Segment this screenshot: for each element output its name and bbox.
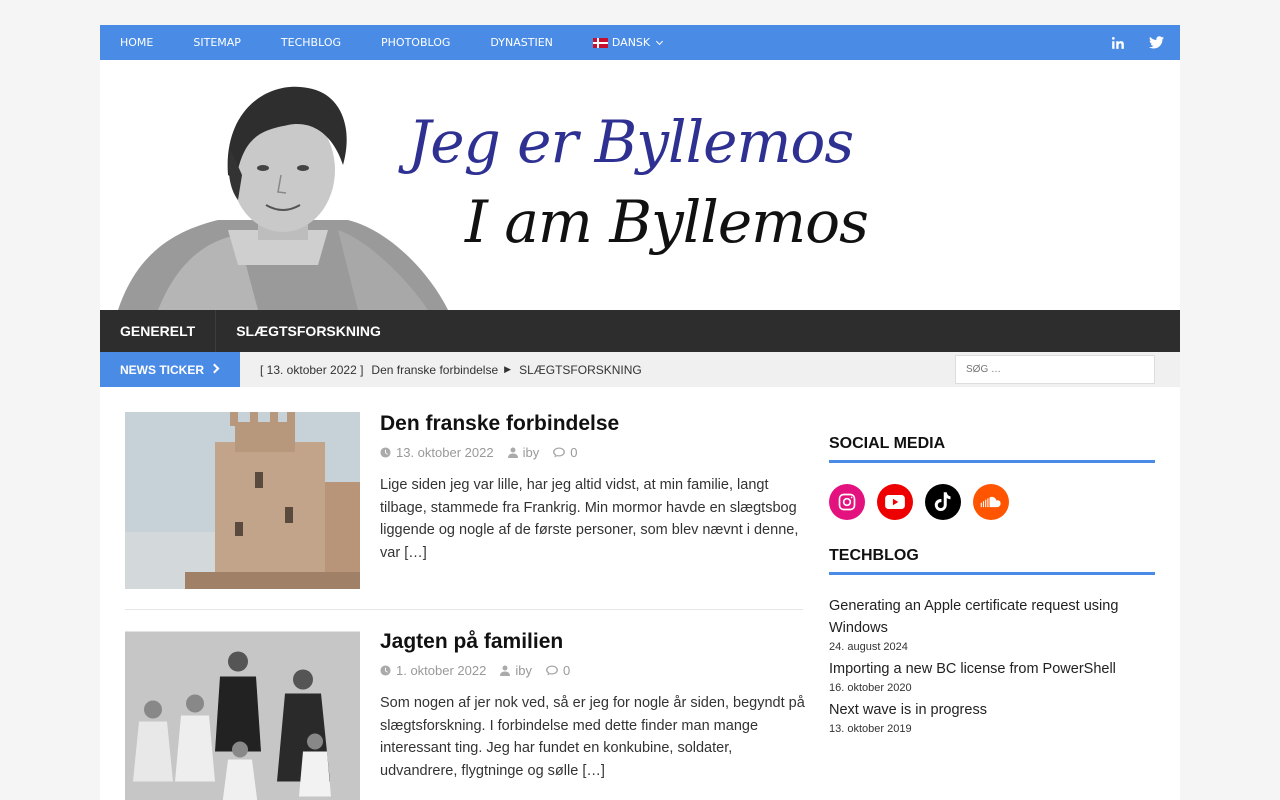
- site-header: Jeg er Byllemos I am Byllemos: [100, 60, 1180, 310]
- post-date-wrap: 1. oktober 2022: [380, 663, 486, 678]
- read-more-link[interactable]: […]: [404, 545, 427, 561]
- mainnav-slaegtsforskning[interactable]: SLÆGTSFORSKNING: [216, 310, 401, 352]
- comment-icon: [553, 447, 566, 458]
- ticker-item[interactable]: [ 13. oktober 2022 ] Den franske forbind…: [260, 363, 642, 377]
- chevron-down-icon: [656, 37, 664, 45]
- chevron-right-icon: [209, 363, 220, 374]
- portrait-image: [118, 86, 448, 310]
- topnav-dynastien[interactable]: DYNASTIEN: [490, 25, 552, 60]
- techblog-date: 13. oktober 2019: [829, 723, 912, 735]
- post-meta: 13. oktober 2022 iby 0: [380, 445, 591, 460]
- tiktok-icon[interactable]: [925, 484, 961, 520]
- post-author[interactable]: iby: [523, 445, 540, 460]
- clock-icon: [380, 665, 391, 676]
- read-more-link[interactable]: […]: [582, 763, 605, 779]
- post-title[interactable]: Den franske forbindelse: [380, 412, 619, 436]
- post-date[interactable]: 13. oktober 2022: [396, 445, 494, 460]
- top-social-links: [1094, 25, 1170, 60]
- youtube-icon[interactable]: [877, 484, 913, 520]
- caret-right-icon: ▶: [504, 364, 512, 374]
- post-meta: 1. oktober 2022 iby 0: [380, 663, 584, 678]
- comment-icon: [545, 665, 558, 676]
- post-comments-count[interactable]: 0: [570, 445, 577, 460]
- social-media-widget-title: SOCIAL MEDIA: [829, 435, 1155, 463]
- news-ticker-bar: NEWS TICKER [ 13. oktober 2022 ] Den fra…: [100, 352, 1180, 387]
- ticker-date: [ 13. oktober 2022 ]: [260, 362, 364, 377]
- language-selector[interactable]: DANSK: [592, 25, 664, 60]
- instagram-icon[interactable]: [829, 484, 865, 520]
- news-ticker-label-text: NEWS TICKER: [120, 362, 204, 377]
- techblog-list: Generating an Apple certificate request …: [829, 595, 1155, 735]
- ticker-title[interactable]: Den franske forbindelse: [371, 363, 498, 377]
- news-ticker-label: NEWS TICKER: [100, 352, 240, 387]
- social-icons: [829, 484, 1155, 520]
- top-nav: HOME SITEMAP TECHBLOG PHOTOBLOG DYNASTIE…: [100, 25, 702, 60]
- post-excerpt: Lige siden jeg var lille, har jeg altid …: [380, 474, 805, 564]
- sidebar: SOCIAL MEDIA TECHBLOG Generating an Appl…: [829, 435, 1155, 740]
- post-author[interactable]: iby: [515, 663, 532, 678]
- top-bar: HOME SITEMAP TECHBLOG PHOTOBLOG DYNASTIE…: [100, 25, 1180, 60]
- clock-icon: [380, 447, 391, 458]
- topnav-photoblog[interactable]: PHOTOBLOG: [381, 25, 450, 60]
- language-label: DANSK: [611, 36, 651, 49]
- post-divider: [125, 609, 803, 610]
- site-title-english[interactable]: I am Byllemos: [465, 188, 869, 256]
- techblog-date: 16. oktober 2020: [829, 682, 912, 694]
- user-icon: [500, 665, 511, 676]
- post-title[interactable]: Jagten på familien: [380, 630, 563, 654]
- search-input[interactable]: [955, 355, 1155, 384]
- site-title-danish[interactable]: Jeg er Byllemos: [408, 108, 854, 176]
- topnav-techblog[interactable]: TECHBLOG: [281, 25, 341, 60]
- topnav-home[interactable]: HOME: [120, 25, 153, 60]
- topnav-sitemap[interactable]: SITEMAP: [193, 25, 241, 60]
- post-excerpt: Som nogen af jer nok ved, så er jeg for …: [380, 692, 805, 782]
- page-wrapper: HOME SITEMAP TECHBLOG PHOTOBLOG DYNASTIE…: [100, 25, 1180, 800]
- user-icon: [507, 447, 518, 458]
- techblog-widget-title: TECHBLOG: [829, 547, 1155, 575]
- techblog-link[interactable]: Next wave is in progress: [829, 699, 1155, 721]
- linkedin-icon[interactable]: [1104, 25, 1132, 60]
- post-author-wrap: iby: [500, 663, 532, 678]
- post-thumbnail-family-photo[interactable]: [125, 630, 360, 800]
- post-comments-wrap: 0: [545, 663, 570, 678]
- soundcloud-icon[interactable]: [973, 484, 1009, 520]
- twitter-icon[interactable]: [1142, 25, 1170, 60]
- main-nav: GENERELT SLÆGTSFORSKNING: [100, 310, 1180, 352]
- post-author-wrap: iby: [507, 445, 540, 460]
- mainnav-generelt[interactable]: GENERELT: [100, 310, 217, 352]
- techblog-date: 24. august 2024: [829, 641, 908, 653]
- post-comments-wrap: 0: [553, 445, 577, 460]
- post-comments-count[interactable]: 0: [563, 663, 570, 678]
- post-date-wrap: 13. oktober 2022: [380, 445, 494, 460]
- techblog-link[interactable]: Importing a new BC license from PowerShe…: [829, 658, 1155, 680]
- post-thumbnail-tower[interactable]: [125, 412, 360, 589]
- ticker-category[interactable]: SLÆGTSFORSKNING: [519, 363, 642, 377]
- post-date[interactable]: 1. oktober 2022: [396, 663, 486, 678]
- techblog-link[interactable]: Generating an Apple certificate request …: [829, 595, 1155, 639]
- danish-flag-icon: [592, 37, 608, 48]
- post-excerpt-text: Lige siden jeg var lille, har jeg altid …: [380, 477, 799, 561]
